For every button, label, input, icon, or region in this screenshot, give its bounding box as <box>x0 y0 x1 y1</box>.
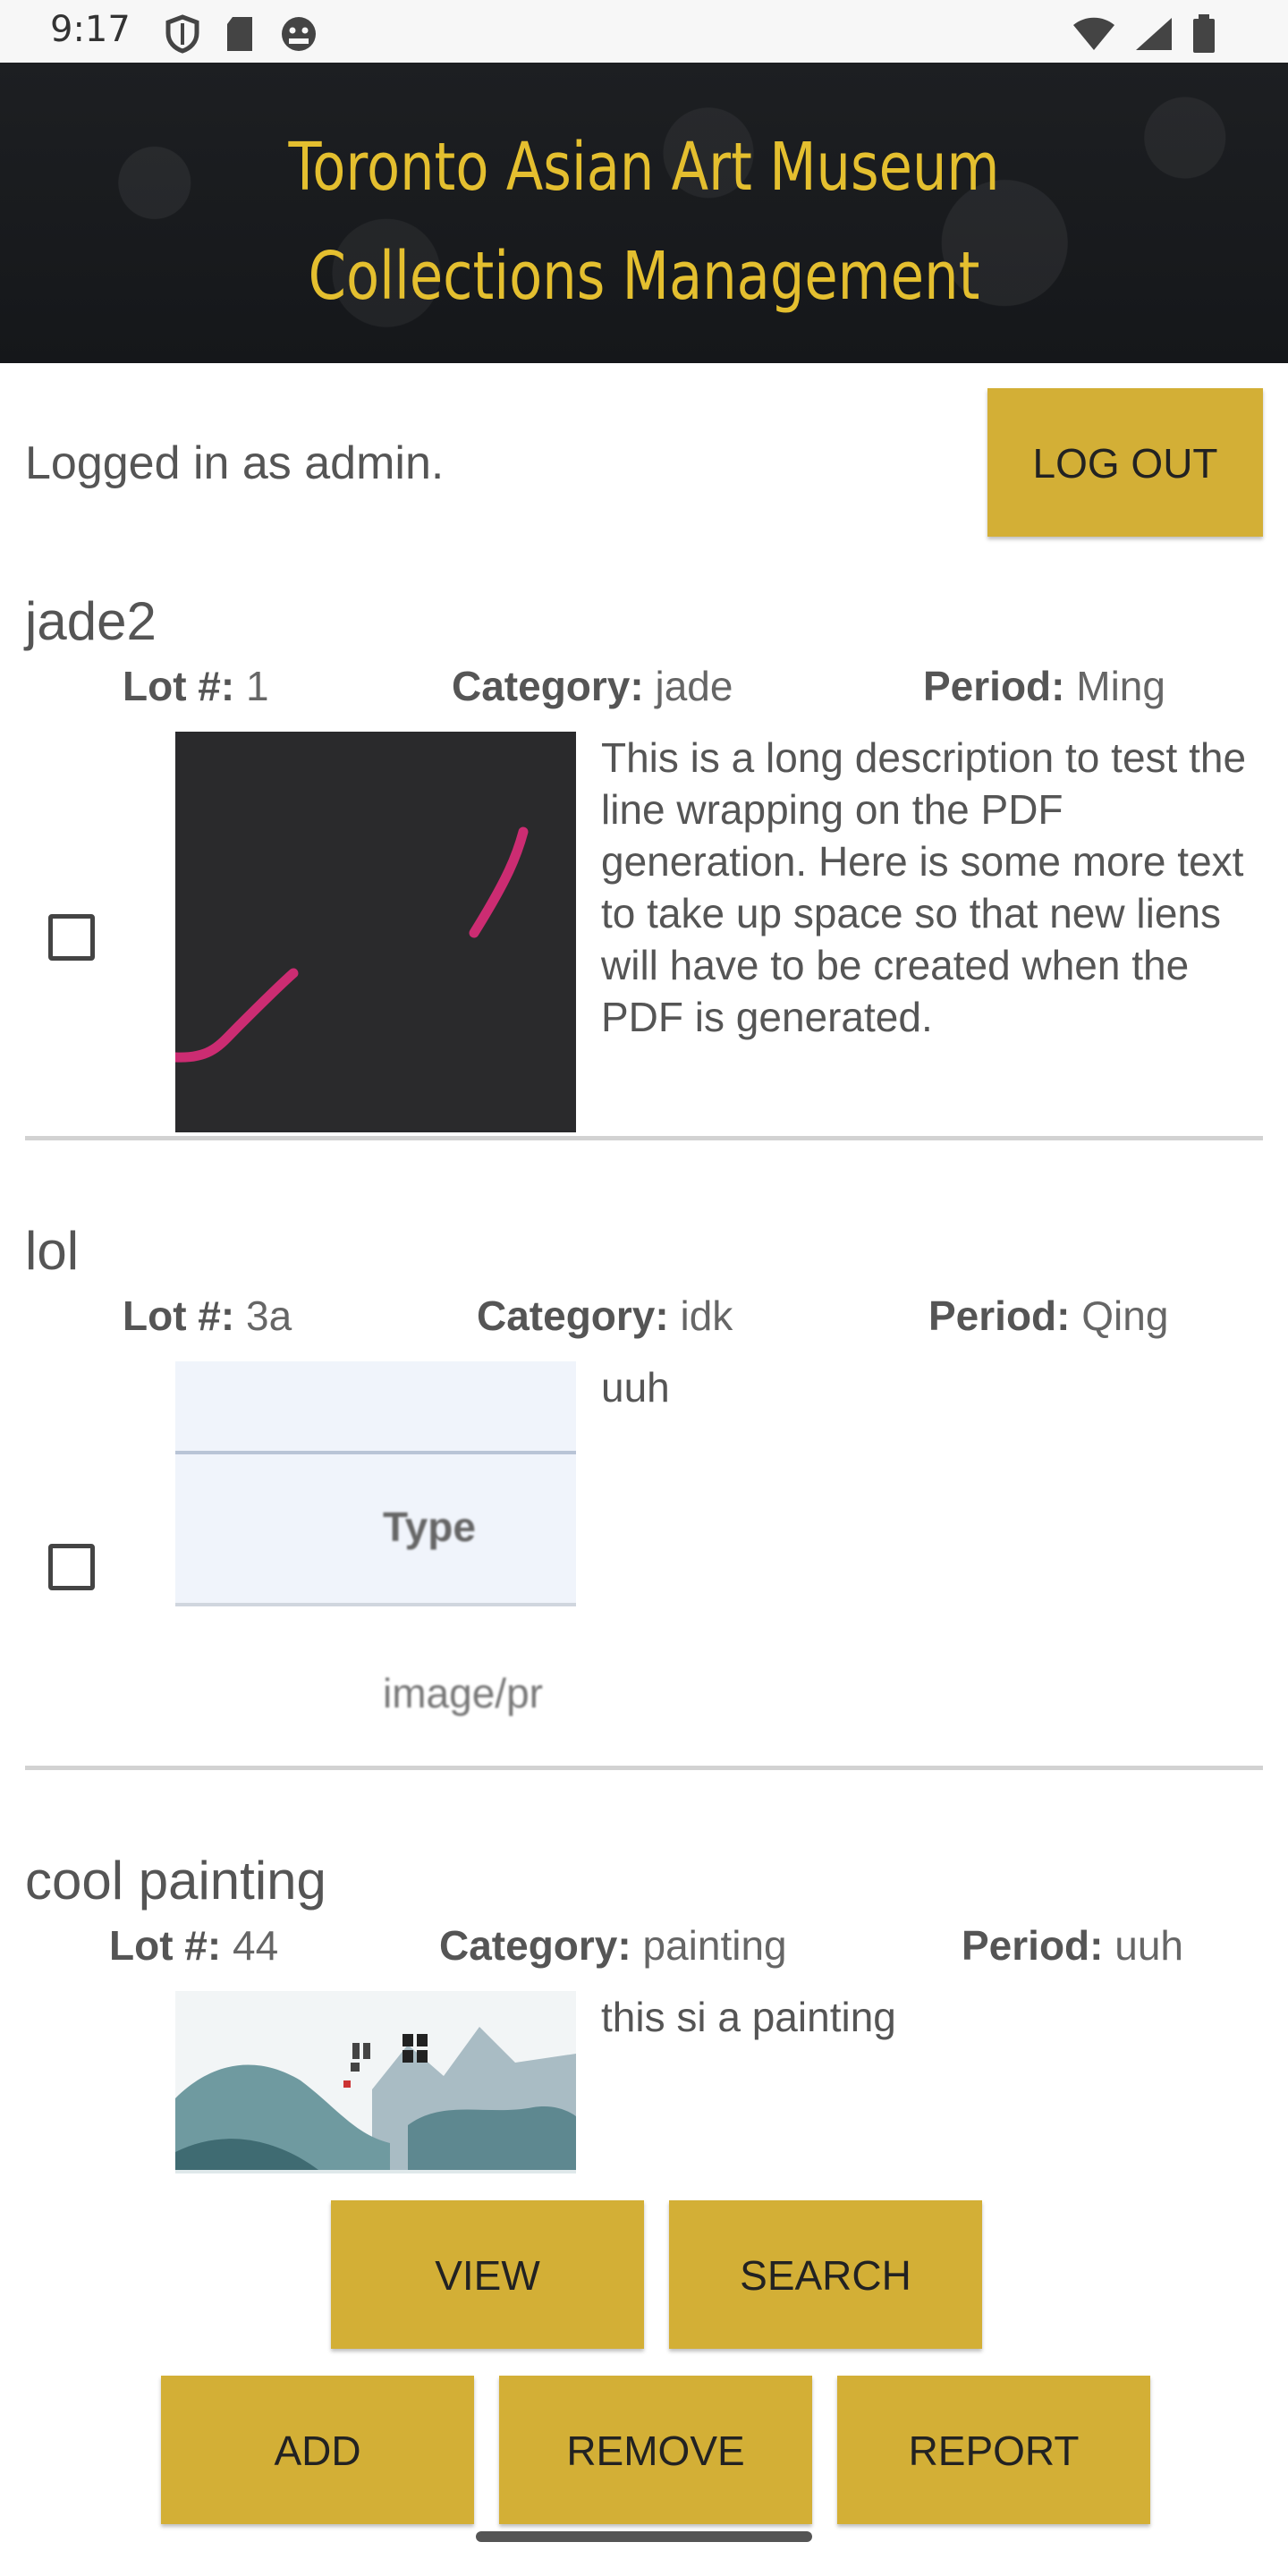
item-title: cool painting <box>25 1851 326 1911</box>
item-lot: Lot #: 44 <box>109 1922 279 1969</box>
item-description: This is a long description to test the l… <box>601 734 1247 1040</box>
item-divider <box>25 1766 1263 1770</box>
item-lot: Lot #: 1 <box>123 663 269 709</box>
item-thumbnail[interactable] <box>175 732 576 1132</box>
battery-icon <box>1193 14 1215 53</box>
item-category: Category: idk <box>477 1292 733 1339</box>
item-title: lol <box>25 1221 80 1281</box>
logged-in-status: Logged in as admin. <box>25 437 445 489</box>
collection-item: lol Lot #: 3a Category: idk Period: Qing… <box>0 1220 1288 1810</box>
item-select-checkbox[interactable] <box>48 1544 95 1590</box>
item-lot: Lot #: 3a <box>123 1292 292 1339</box>
pink-stroke-image <box>175 826 529 1063</box>
item-select-checkbox[interactable] <box>48 914 95 961</box>
item-thumbnail[interactable]: Type image/pr <box>175 1361 576 1762</box>
gesture-home-bar[interactable] <box>476 2531 812 2542</box>
item-description: this si a painting <box>601 1994 896 2040</box>
logout-button[interactable]: LOG OUT <box>987 388 1263 537</box>
item-divider <box>25 1136 1263 1140</box>
thumb-header-band <box>175 1361 576 1454</box>
report-button[interactable]: REPORT <box>837 2376 1150 2524</box>
sd-card-icon <box>227 17 252 51</box>
item-period: Period: uuh <box>962 1922 1183 1969</box>
item-description: uuh <box>601 1364 670 1411</box>
item-title: jade2 <box>25 591 157 651</box>
status-bar: 9:17 <box>0 0 1288 63</box>
thumb-mime-text: image/pr <box>383 1670 543 1716</box>
collection-item: jade2 Lot #: 1 Category: jade Period: Mi… <box>0 590 1288 1181</box>
item-period: Period: Ming <box>923 663 1165 709</box>
status-time: 9:17 <box>50 9 131 50</box>
wifi-icon <box>1073 17 1114 50</box>
remove-button[interactable]: REMOVE <box>499 2376 812 2524</box>
app-title: Toronto Asian Art Museum Collections Man… <box>288 129 1000 315</box>
item-category: Category: jade <box>452 663 733 709</box>
thumb-type-band <box>175 1454 576 1606</box>
view-button[interactable]: VIEW <box>331 2200 644 2349</box>
cellular-signal-icon <box>1136 18 1172 50</box>
shield-icon <box>165 14 199 54</box>
app-header: Toronto Asian Art Museum Collections Man… <box>0 63 1288 363</box>
add-button[interactable]: ADD <box>161 2376 474 2524</box>
android-debug-icon <box>282 17 316 51</box>
search-button[interactable]: SEARCH <box>669 2200 982 2349</box>
item-period: Period: Qing <box>928 1292 1169 1339</box>
thumb-type-text: Type <box>383 1504 476 1550</box>
item-category: Category: painting <box>439 1922 787 1969</box>
